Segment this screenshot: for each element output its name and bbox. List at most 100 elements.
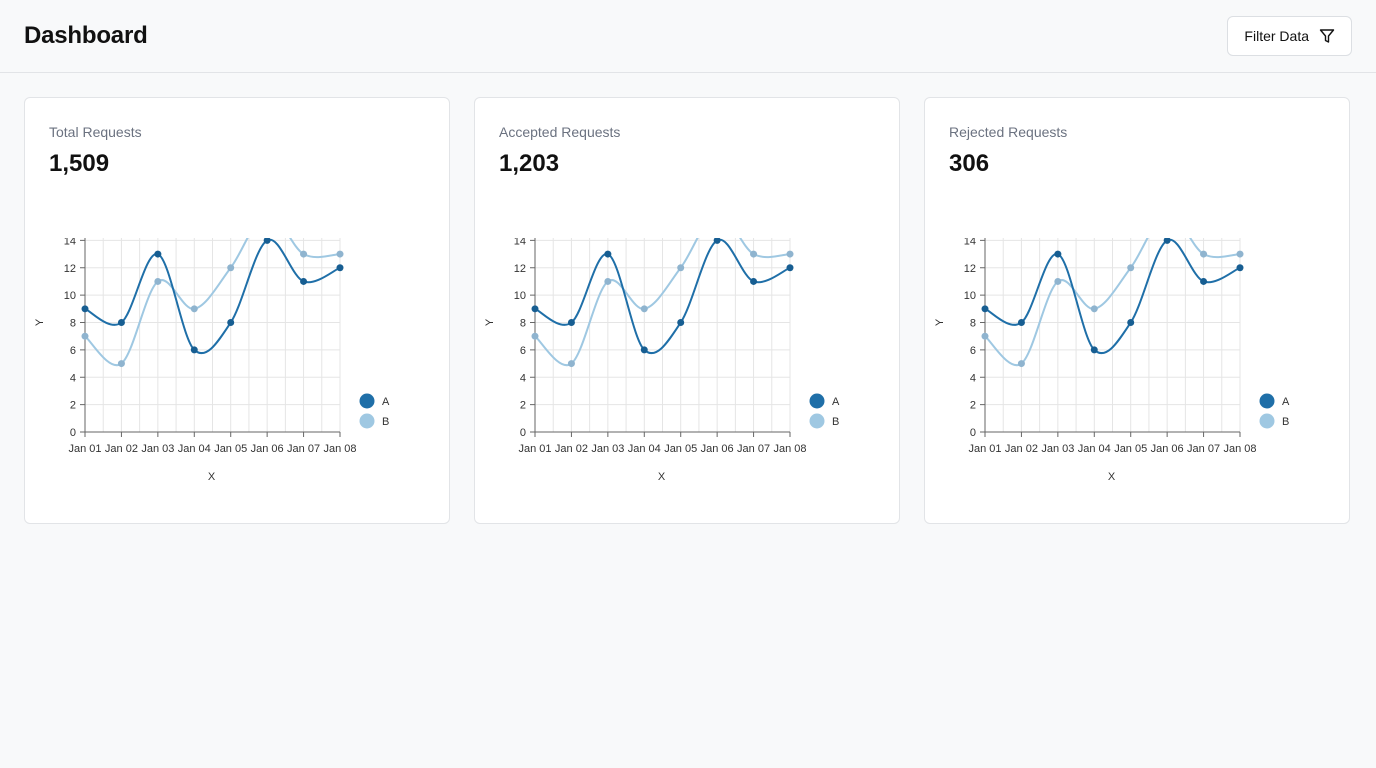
page-title: Dashboard [24, 22, 148, 49]
legend-swatch-b [1259, 413, 1275, 429]
data-point-a [531, 305, 539, 313]
data-point-a [1017, 319, 1025, 326]
data-point-b [154, 277, 162, 285]
x-axis-label: X [658, 471, 666, 483]
x-tick-label: Jan 03 [141, 443, 174, 455]
x-tick-label: Jan 01 [68, 443, 101, 455]
line-chart: 0246810121416Jan 01Jan 02Jan 03Jan 04Jan… [484, 238, 840, 483]
data-point-a [567, 319, 575, 326]
data-point-a [677, 319, 685, 326]
y-tick-label: 8 [70, 318, 76, 330]
y-tick-label: 14 [514, 238, 526, 247]
stat-card-accepted-requests: Accepted Requests 1,203 0246810121416Jan… [474, 97, 900, 524]
legend-swatch-a [359, 393, 375, 409]
data-point-a [336, 264, 344, 272]
data-point-a [786, 264, 794, 272]
data-point-a [190, 346, 198, 354]
card-value: 1,509 [49, 150, 110, 177]
y-tick-label: 12 [64, 263, 76, 275]
y-tick-label: 10 [964, 290, 976, 302]
data-point-a [604, 250, 612, 258]
x-tick-label: Jan 06 [251, 443, 284, 455]
legend-swatch-a [809, 393, 825, 409]
y-tick-label: 12 [964, 263, 976, 275]
data-point-b [1090, 305, 1098, 313]
stat-card-rejected-requests: Rejected Requests 306 0246810121416Jan 0… [924, 97, 1350, 524]
data-point-a [81, 305, 89, 313]
data-point-a [227, 319, 235, 326]
data-point-b [117, 360, 125, 368]
data-point-a [1200, 277, 1208, 285]
data-point-a [300, 277, 308, 285]
data-point-b [1127, 264, 1135, 272]
y-tick-label: 8 [520, 318, 526, 330]
data-point-a [981, 305, 989, 313]
x-tick-label: Jan 05 [1114, 443, 1147, 455]
y-tick-label: 2 [520, 400, 526, 412]
y-tick-label: 2 [70, 400, 76, 412]
data-point-b [786, 250, 794, 258]
y-axis-label: Y [484, 318, 496, 326]
y-tick-label: 0 [70, 427, 76, 439]
legend-swatch-b [809, 413, 825, 429]
y-axis-label: Y [934, 318, 946, 326]
y-tick-label: 0 [520, 427, 526, 439]
data-point-a [640, 346, 648, 354]
y-tick-label: 14 [964, 238, 976, 247]
legend-label-a: A [1282, 396, 1290, 408]
stat-cards: Total Requests 1,509 0246810121416Jan 01… [0, 73, 1376, 524]
y-tick-label: 4 [520, 372, 526, 384]
x-axis-label: X [208, 471, 216, 483]
y-tick-label: 0 [970, 427, 976, 439]
line-chart: 0246810121416Jan 01Jan 02Jan 03Jan 04Jan… [934, 238, 1290, 483]
legend-label-b: B [1282, 416, 1289, 428]
data-point-b [640, 305, 648, 313]
data-point-b [227, 264, 235, 272]
data-point-b [1236, 250, 1244, 258]
x-tick-label: Jan 01 [518, 443, 551, 455]
x-tick-label: Jan 07 [287, 443, 320, 455]
data-point-b [531, 332, 539, 340]
filter-data-label: Filter Data [1244, 28, 1309, 44]
x-tick-label: Jan 05 [664, 443, 697, 455]
legend-swatch-b [359, 413, 375, 429]
data-point-b [750, 250, 758, 258]
data-point-a [1127, 319, 1135, 326]
legend-label-b: B [382, 416, 389, 428]
x-axis-label: X [1108, 471, 1116, 483]
y-tick-label: 2 [970, 400, 976, 412]
data-point-b [1017, 360, 1025, 368]
legend-label-a: A [832, 396, 840, 408]
x-tick-label: Jan 03 [1041, 443, 1074, 455]
x-tick-label: Jan 06 [1151, 443, 1184, 455]
x-tick-label: Jan 06 [701, 443, 734, 455]
x-tick-label: Jan 07 [1187, 443, 1220, 455]
y-tick-label: 12 [514, 263, 526, 275]
data-point-a [1054, 250, 1062, 258]
x-tick-label: Jan 07 [737, 443, 770, 455]
card-title: Rejected Requests [949, 124, 1068, 140]
line-chart: 0246810121416Jan 01Jan 02Jan 03Jan 04Jan… [34, 238, 390, 483]
x-tick-label: Jan 04 [178, 443, 211, 455]
x-tick-label: Jan 04 [628, 443, 661, 455]
data-point-b [336, 250, 344, 258]
legend-label-a: A [382, 396, 390, 408]
y-axis-label: Y [34, 318, 46, 326]
x-tick-label: Jan 03 [591, 443, 624, 455]
data-point-a [117, 319, 125, 326]
card-value: 1,203 [499, 150, 560, 177]
filter-data-button[interactable]: Filter Data [1227, 16, 1352, 56]
x-tick-label: Jan 02 [105, 443, 138, 455]
y-tick-label: 6 [970, 345, 976, 357]
data-point-b [1200, 250, 1208, 258]
x-tick-label: Jan 01 [968, 443, 1001, 455]
data-point-b [981, 332, 989, 340]
data-point-b [300, 250, 308, 258]
stat-card-total-requests: Total Requests 1,509 0246810121416Jan 01… [24, 97, 450, 524]
data-point-a [1090, 346, 1098, 354]
data-point-b [677, 264, 685, 272]
y-tick-label: 10 [514, 290, 526, 302]
data-point-b [1054, 277, 1062, 285]
data-point-b [604, 277, 612, 285]
data-point-a [1236, 264, 1244, 272]
